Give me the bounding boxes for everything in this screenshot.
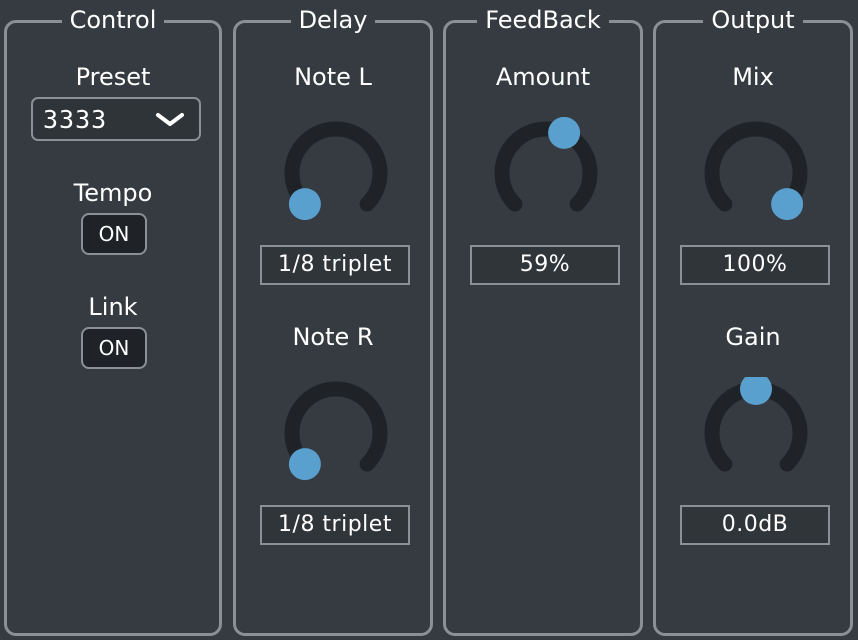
amount-label: Amount — [495, 63, 591, 91]
feedback-panel-title: FeedBack — [446, 5, 640, 35]
mix-value[interactable]: 100% — [680, 245, 830, 285]
output-panel-title: Output — [656, 5, 850, 35]
preset-dropdown[interactable]: 3333 — [31, 97, 201, 141]
knob-handle[interactable] — [288, 188, 321, 221]
amount-knob[interactable] — [490, 117, 602, 229]
gain-knob[interactable] — [700, 377, 812, 489]
knob-handle[interactable] — [771, 188, 804, 221]
chevron-down-icon — [155, 107, 185, 131]
note-r-label: Note R — [292, 323, 374, 351]
delay-panel-title: Delay — [236, 5, 430, 35]
feedback-panel: FeedBack Amount 59% — [443, 6, 643, 636]
link-toggle[interactable]: ON — [81, 327, 147, 369]
delay-plugin-window: Control Preset 3333 Tempo ON Link ON Del… — [0, 0, 858, 640]
mix-label: Mix — [732, 63, 774, 91]
preset-label: Preset — [75, 63, 151, 91]
tempo-label: Tempo — [73, 179, 153, 207]
amount-value[interactable]: 59% — [470, 245, 620, 285]
note-r-knob[interactable] — [280, 377, 392, 489]
note-l-value[interactable]: 1/8 triplet — [260, 245, 410, 285]
tempo-toggle[interactable]: ON — [81, 213, 147, 255]
control-panel-title: Control — [7, 5, 219, 35]
control-panel: Control Preset 3333 Tempo ON Link ON — [4, 6, 222, 636]
knob-handle[interactable] — [740, 377, 772, 405]
note-l-label: Note L — [294, 63, 372, 91]
output-panel: Output Mix 100% Gain 0.0dB — [653, 6, 853, 636]
preset-value: 3333 — [43, 105, 108, 134]
note-l-knob[interactable] — [280, 117, 392, 229]
link-label: Link — [88, 293, 138, 321]
gain-value[interactable]: 0.0dB — [680, 505, 830, 545]
knob-handle[interactable] — [548, 117, 581, 149]
note-r-value[interactable]: 1/8 triplet — [260, 505, 410, 545]
gain-label: Gain — [725, 323, 781, 351]
mix-knob[interactable] — [700, 117, 812, 229]
knob-handle[interactable] — [288, 448, 321, 481]
delay-panel: Delay Note L 1/8 triplet Note R 1/8 trip… — [233, 6, 433, 636]
